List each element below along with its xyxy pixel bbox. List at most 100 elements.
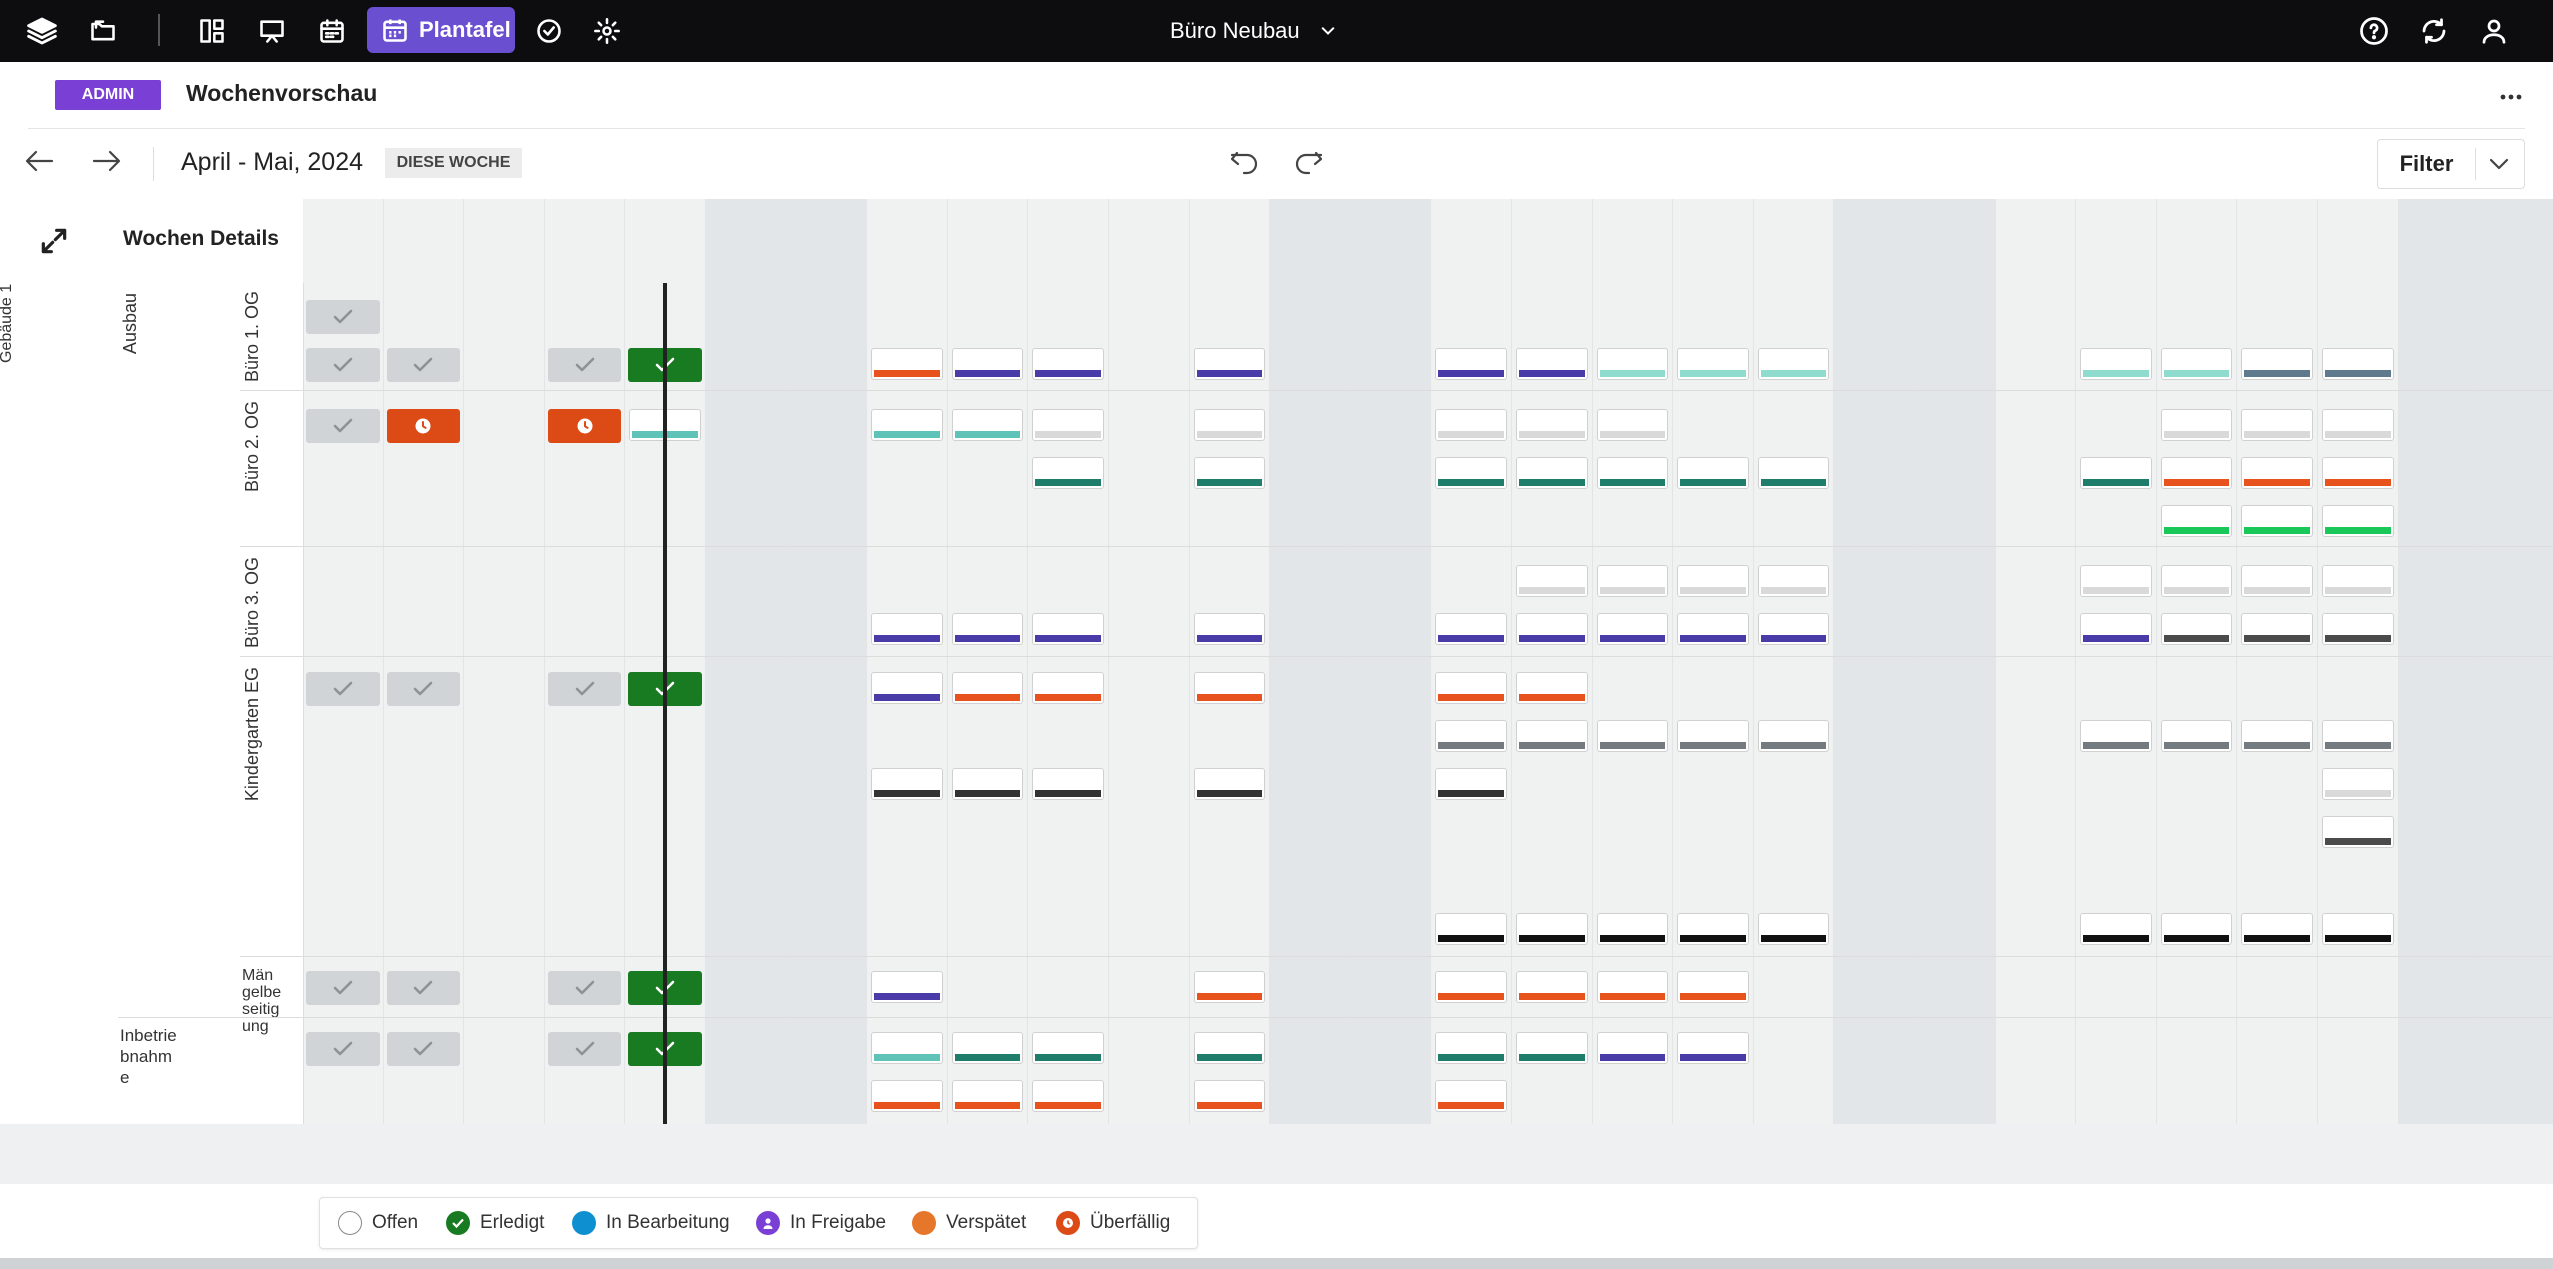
task-card[interactable] xyxy=(1435,672,1507,704)
task-card[interactable] xyxy=(2322,409,2394,441)
task-card[interactable] xyxy=(951,1080,1024,1112)
task-card[interactable] xyxy=(1193,768,1266,800)
task-card[interactable] xyxy=(1435,1080,1507,1112)
chevron-down-icon[interactable] xyxy=(2486,152,2512,176)
task-card[interactable] xyxy=(871,348,943,380)
task-card[interactable] xyxy=(1677,1032,1749,1064)
task-card[interactable] xyxy=(1032,613,1104,645)
task-card[interactable] xyxy=(1193,672,1266,704)
task-card[interactable] xyxy=(1516,1032,1588,1064)
task-card[interactable] xyxy=(1516,720,1588,752)
gear-icon[interactable] xyxy=(585,9,629,53)
task-card[interactable] xyxy=(2241,720,2313,752)
task-card[interactable] xyxy=(2322,613,2394,645)
task-card[interactable] xyxy=(1032,348,1104,380)
previous-week-button[interactable] xyxy=(20,143,60,179)
task-card[interactable] xyxy=(1596,971,1669,1003)
task-card[interactable] xyxy=(1757,457,1830,489)
task-card[interactable] xyxy=(1757,348,1830,380)
task-card[interactable] xyxy=(2160,409,2233,441)
task-card[interactable] xyxy=(2322,505,2394,537)
task-card[interactable] xyxy=(1677,565,1749,597)
task-card[interactable] xyxy=(871,971,943,1003)
task-card[interactable] xyxy=(1757,565,1830,597)
help-icon[interactable] xyxy=(2352,9,2396,53)
task-card[interactable] xyxy=(2160,565,2233,597)
task-card[interactable] xyxy=(1435,720,1507,752)
task-card[interactable] xyxy=(1032,768,1104,800)
task-card[interactable] xyxy=(1032,409,1104,441)
presentation-icon[interactable] xyxy=(250,9,294,53)
task-card[interactable] xyxy=(1596,457,1669,489)
completed-task-check-icon[interactable] xyxy=(547,672,622,706)
task-card[interactable] xyxy=(2080,913,2152,945)
overdue-clock-icon[interactable] xyxy=(547,409,622,443)
task-card[interactable] xyxy=(2080,348,2152,380)
task-card[interactable] xyxy=(1435,971,1507,1003)
dashboard-icon[interactable] xyxy=(190,9,234,53)
task-card[interactable] xyxy=(2322,768,2394,800)
folder-icon[interactable] xyxy=(81,9,125,53)
task-card[interactable] xyxy=(871,409,943,441)
task-card[interactable] xyxy=(1596,409,1669,441)
completed-task-check-icon[interactable] xyxy=(306,348,380,382)
task-card[interactable] xyxy=(1677,457,1749,489)
completed-task-check-icon[interactable] xyxy=(306,971,380,1005)
task-card[interactable] xyxy=(871,768,943,800)
expand-icon[interactable] xyxy=(38,225,70,257)
task-card[interactable] xyxy=(1516,672,1588,704)
task-card[interactable] xyxy=(2080,457,2152,489)
calendar-icon[interactable] xyxy=(310,9,354,53)
task-card[interactable] xyxy=(871,613,943,645)
task-card[interactable] xyxy=(951,409,1024,441)
task-card[interactable] xyxy=(1757,613,1830,645)
task-card[interactable] xyxy=(1516,348,1588,380)
task-card[interactable] xyxy=(1435,348,1507,380)
task-card[interactable] xyxy=(1032,1080,1104,1112)
completed-task-check-icon[interactable] xyxy=(306,409,380,443)
task-card[interactable] xyxy=(2160,613,2233,645)
this-week-button[interactable]: DIESE WOCHE xyxy=(385,148,522,178)
task-card[interactable] xyxy=(1516,613,1588,645)
task-card[interactable] xyxy=(1596,613,1669,645)
task-card[interactable] xyxy=(1516,409,1588,441)
task-card[interactable] xyxy=(1193,1032,1266,1064)
task-card[interactable] xyxy=(1032,457,1104,489)
task-card[interactable] xyxy=(2080,613,2152,645)
completed-task-check-icon[interactable] xyxy=(386,971,461,1005)
task-card[interactable] xyxy=(1435,1032,1507,1064)
task-card[interactable] xyxy=(1596,913,1669,945)
task-card[interactable] xyxy=(2322,816,2394,848)
task-card[interactable] xyxy=(2241,913,2313,945)
task-card[interactable] xyxy=(2241,505,2313,537)
check-circle-icon[interactable] xyxy=(527,9,571,53)
task-card[interactable] xyxy=(1677,971,1749,1003)
task-card[interactable] xyxy=(1516,565,1588,597)
task-card[interactable] xyxy=(951,1032,1024,1064)
task-card[interactable] xyxy=(1435,913,1507,945)
completed-task-check-icon[interactable] xyxy=(306,1032,380,1066)
task-card[interactable] xyxy=(1516,971,1588,1003)
task-card[interactable] xyxy=(2080,565,2152,597)
next-week-button[interactable] xyxy=(86,143,126,179)
task-card[interactable] xyxy=(1596,720,1669,752)
task-card[interactable] xyxy=(2241,613,2313,645)
task-card[interactable] xyxy=(2160,913,2233,945)
task-card[interactable] xyxy=(1516,457,1588,489)
task-card[interactable] xyxy=(2160,505,2233,537)
task-card[interactable] xyxy=(1193,457,1266,489)
completed-task-check-icon[interactable] xyxy=(547,971,622,1005)
task-card[interactable] xyxy=(2241,348,2313,380)
completed-task-check-icon[interactable] xyxy=(547,348,622,382)
project-selector[interactable]: Büro Neubau xyxy=(1170,0,1338,62)
completed-task-check-icon[interactable] xyxy=(306,672,380,706)
horizontal-scrollbar[interactable] xyxy=(0,1258,2553,1269)
task-card[interactable] xyxy=(1193,971,1266,1003)
task-card[interactable] xyxy=(2322,720,2394,752)
task-card[interactable] xyxy=(1677,913,1749,945)
task-card[interactable] xyxy=(2322,913,2394,945)
task-card[interactable] xyxy=(871,1032,943,1064)
overdue-clock-icon[interactable] xyxy=(386,409,461,443)
task-card[interactable] xyxy=(1435,768,1507,800)
task-card[interactable] xyxy=(1677,613,1749,645)
